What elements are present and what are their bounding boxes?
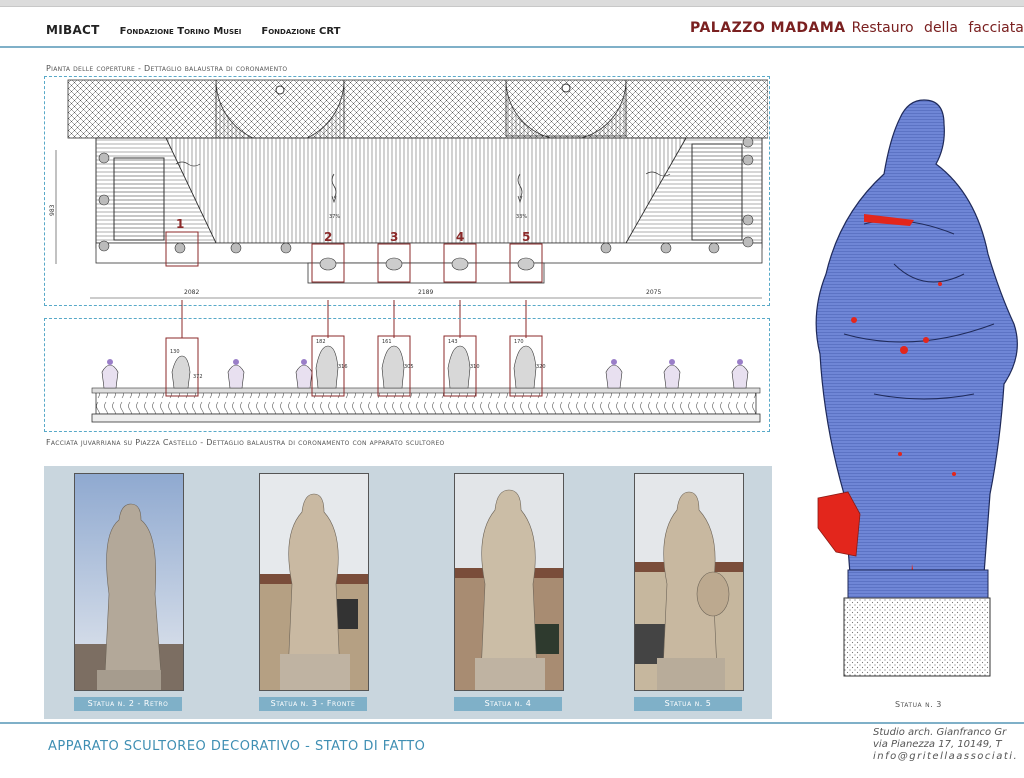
statue-dim-w-5: 170: [514, 339, 524, 345]
elevation-drawing: 130 372 182 316 161 305 143 310 170 320: [91, 335, 761, 423]
plan-caption: Pianta delle coperture - Dettaglio balau…: [46, 64, 288, 73]
project-name: PALAZZO MADAMA: [690, 20, 846, 36]
statue-dim-h-1: 372: [193, 374, 203, 380]
statue-dim-h-3: 305: [404, 364, 414, 370]
slope-label-left: 37%: [329, 214, 340, 220]
logo-fondazione-torino-musei: Fondazione Torino Musei: [119, 26, 242, 37]
statue-dim-w-2: 182: [316, 339, 326, 345]
studio-email[interactable]: info@gritellaassociati.: [873, 751, 1018, 763]
statue-dim-h-5: 320: [536, 364, 546, 370]
dim-1: 2082: [184, 289, 199, 296]
statue-dim-w-1: 130: [170, 349, 180, 355]
marker-number-5: 5: [522, 230, 530, 244]
statue-3-caption: Statua n. 3: [895, 700, 942, 709]
dim-2: 2189: [418, 289, 433, 296]
photo-panel: Statua n. 2 - Retro Statua n. 3 - Fronte…: [44, 466, 772, 719]
photo-statue-4[interactable]: [454, 473, 564, 691]
statue-dim-h-2: 316: [338, 364, 348, 370]
header-divider: [0, 46, 1024, 48]
photo-label-statue-3: Statua n. 3 - Fronte: [259, 697, 367, 711]
photo-statue-3[interactable]: [259, 473, 369, 691]
project-subtitle: Restauro della facciata juva: [851, 20, 1024, 36]
slope-label-right: 33%: [516, 214, 527, 220]
sponsor-logos: MIBACT Fondazione Torino Musei Fondazion…: [46, 23, 340, 37]
studio-name: Studio arch. Gianfranco Gr: [873, 727, 1007, 738]
height-dimension: 983: [49, 204, 56, 216]
statue-dim-w-4: 143: [448, 339, 458, 345]
studio-credits: Studio arch. Gianfranco Gr via Pianezza …: [873, 727, 1018, 763]
logo-mibact: MIBACT: [46, 23, 100, 37]
photo-label-statue-4: Statua n. 4: [454, 697, 562, 711]
statue-3-survey-drawing: [815, 99, 1018, 677]
header: MIBACT Fondazione Torino Musei Fondazion…: [0, 6, 1024, 48]
studio-address: via Pianezza 17, 10149, T: [873, 739, 1002, 750]
statue-dim-w-3: 161: [382, 339, 392, 345]
marker-number-1: 1: [176, 217, 184, 231]
footer-divider: [0, 722, 1024, 724]
sheet-title: APPARATO SCULTOREO DECORATIVO - STATO DI…: [48, 739, 426, 754]
photo-statue-2[interactable]: [74, 473, 184, 691]
marker-number-4: 4: [456, 230, 464, 244]
photo-label-statue-5: Statua n. 5: [634, 697, 742, 711]
marker-number-3: 3: [390, 230, 398, 244]
elevation-caption: Facciata juvarriana su Piazza Castello -…: [46, 438, 445, 447]
logo-fondazione-crt: Fondazione CRT: [261, 26, 341, 37]
roof-plan-drawing: 37% 33% 983 2082 2189 2075 1 2 3 4 5: [49, 79, 768, 299]
project-title: PALAZZO MADAMA Restauro della facciata ju…: [690, 20, 1024, 36]
dim-3: 2075: [646, 289, 661, 296]
marker-number-2: 2: [324, 230, 332, 244]
photo-label-statue-2: Statua n. 2 - Retro: [74, 697, 182, 711]
photo-statue-5[interactable]: [634, 473, 744, 691]
statue-dim-h-4: 310: [470, 364, 480, 370]
